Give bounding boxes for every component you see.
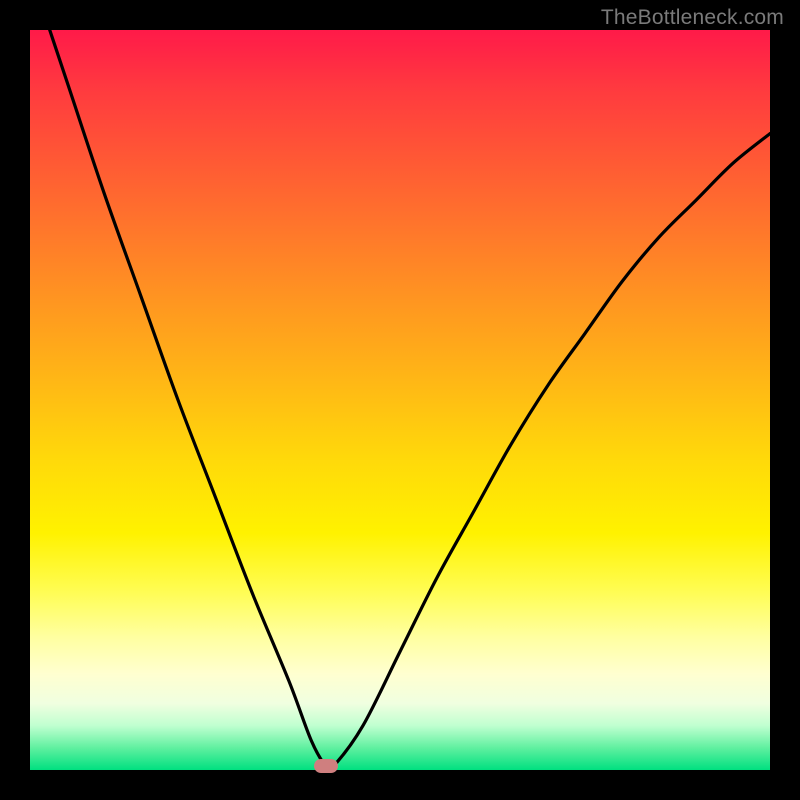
curve-svg	[30, 30, 770, 770]
plot-area	[30, 30, 770, 770]
minimum-marker	[314, 759, 338, 773]
watermark-text: TheBottleneck.com	[601, 6, 784, 30]
bottleneck-curve-path	[30, 30, 770, 770]
